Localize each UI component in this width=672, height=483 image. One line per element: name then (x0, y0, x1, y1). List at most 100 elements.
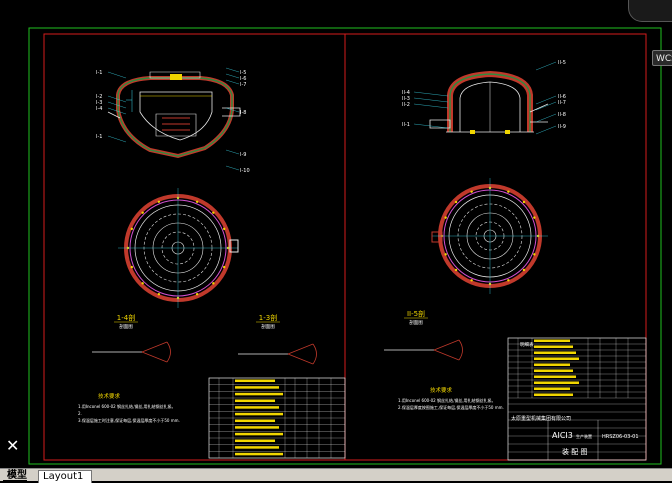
callout-label-left: I-1 (96, 70, 102, 76)
table-cell-text (235, 412, 283, 416)
callout-leader (535, 125, 557, 135)
cad-drawing: I-1I-2I-3I-4I-1I-5I-6I-7I-8I-9I-10II-4II… (28, 27, 662, 465)
plan-bolt (212, 282, 215, 285)
plan-bolt (533, 216, 536, 219)
viewcube-ring[interactable] (628, 0, 672, 22)
callout-label-left: I-1 (96, 134, 102, 140)
callout-label-right: I-7 (240, 82, 246, 88)
callout-leader (225, 79, 240, 85)
detail-sketch-wedge (141, 341, 171, 363)
callout-label-right: I-10 (240, 168, 250, 174)
section-label: 1-3剖 (259, 313, 277, 322)
layout-tab-bar: 模型 Layout1 (0, 468, 672, 483)
plan-bolt (470, 190, 473, 193)
plan-bolt (522, 268, 526, 272)
note-line-left: 1.用Inconel 600-02 钢丝扎结,钢丝,用扎结钢丝扎紧。 (78, 403, 176, 409)
vessel-inner (139, 91, 213, 141)
section-sublabel: 剖面图 (409, 319, 423, 326)
plan-bolt (141, 282, 144, 285)
table-cell-text (235, 392, 283, 396)
callout-leader (413, 91, 449, 97)
callout-label-right: II-9 (558, 124, 566, 130)
note-line-left: 3.保温层施工时注意,保证每层,保温层厚度不小于50 mm. (78, 417, 180, 423)
callout-label-right: I-8 (240, 110, 246, 116)
plan-bolt (157, 200, 161, 204)
callout-label-right: II-7 (558, 100, 566, 106)
callout-label-left: II-2 (402, 102, 410, 108)
plan-bolt (157, 292, 161, 296)
table-cell-text (235, 379, 275, 382)
callout-label-left: I-4 (96, 106, 102, 112)
tab-layout1[interactable]: Layout1 (38, 470, 93, 483)
table-cell-text (235, 439, 275, 442)
inner-hatching (162, 117, 190, 131)
plan-bolt (212, 211, 215, 214)
notes-title-left: 技术要求 (98, 392, 121, 400)
title-block-drawing-name: 装 配 图 (562, 447, 587, 456)
callout-leader (225, 67, 240, 73)
drawing-canvas[interactable]: I-1 I-2 I-3 I-4 I-1 I-5 I-6 I-7 I-8 I-9 I-10 II-4 II… (0, 0, 672, 468)
section-label: 1-4剖 (117, 313, 135, 322)
dimension-left (126, 90, 133, 112)
dome-tag-right (505, 130, 510, 134)
section-sublabel: 剖面图 (261, 323, 275, 330)
table-cell-text (235, 386, 279, 389)
note-line-right: 1.用Inconel 600-02 钢丝扎结,钢丝,用扎结钢丝扎紧。 (398, 397, 496, 403)
viewcube-wcs-label[interactable]: WCS (652, 50, 672, 66)
insulation-layer (117, 77, 233, 157)
callout-label-left: II-1 (402, 122, 410, 128)
callout-label-right: II-5 (558, 60, 566, 66)
title-block-company: 太原重型机械集团有限公司 (511, 415, 571, 422)
parts-table-left (208, 377, 346, 459)
title-block-logo-sub: 生产装置 (576, 433, 592, 439)
plan-bolt (130, 227, 134, 231)
plan-bolt (222, 265, 226, 269)
title-block-logo: AICI3 (552, 431, 573, 440)
refractory-shell (116, 76, 234, 159)
table-cell-text (534, 375, 576, 378)
dome-tag-left (470, 130, 475, 134)
callout-leader (107, 135, 127, 143)
table-cell-text (534, 351, 576, 354)
close-icon[interactable]: ✕ (6, 438, 19, 454)
plan-bolt (141, 211, 144, 214)
plan-bolt (454, 200, 458, 204)
callout-leader (225, 165, 240, 171)
section-sublabel: 剖面图 (119, 323, 133, 330)
callout-leader (413, 103, 449, 109)
note-line-right: 2.保温层厚度按图施工,保证每层,保温层厚度不小于50 mm. (398, 404, 504, 410)
table-cell-text (235, 452, 283, 456)
table-frame (507, 337, 647, 461)
table-cell-text (534, 363, 570, 366)
plan-bolt (507, 279, 510, 282)
detail-sketch-wedge (287, 343, 317, 365)
callout-leader (225, 73, 240, 79)
table-cell-text (235, 426, 279, 429)
plan-bolt (444, 216, 447, 219)
plan-bolt (533, 253, 536, 256)
callout-label-right: II-8 (558, 112, 566, 118)
callout-leader (413, 123, 449, 129)
table-cell-text (235, 406, 279, 409)
plan-bolt (130, 265, 134, 269)
table-cell-text (534, 369, 573, 372)
section-label: II-5剖 (407, 309, 425, 318)
right-section-view (429, 70, 549, 134)
table-cell-text (534, 345, 573, 348)
left-section-view (107, 71, 241, 159)
title-block-drawing-no: HRSZ06-03-01 (602, 434, 639, 440)
note-line-left: 2. (78, 411, 82, 416)
callout-leader (535, 113, 557, 123)
callout-leader (413, 97, 449, 103)
plan-bolt (470, 279, 473, 282)
table-cell-text (534, 339, 570, 342)
table-cell-text (235, 419, 275, 422)
callout-leader (225, 149, 240, 155)
plan-bolt (522, 200, 526, 204)
table-cell-text (534, 393, 573, 396)
plan-bolt (195, 292, 199, 296)
plan-bolt (222, 227, 226, 231)
callout-leader (107, 71, 127, 79)
callout-leader (535, 61, 557, 71)
plan-bolt (195, 200, 199, 204)
